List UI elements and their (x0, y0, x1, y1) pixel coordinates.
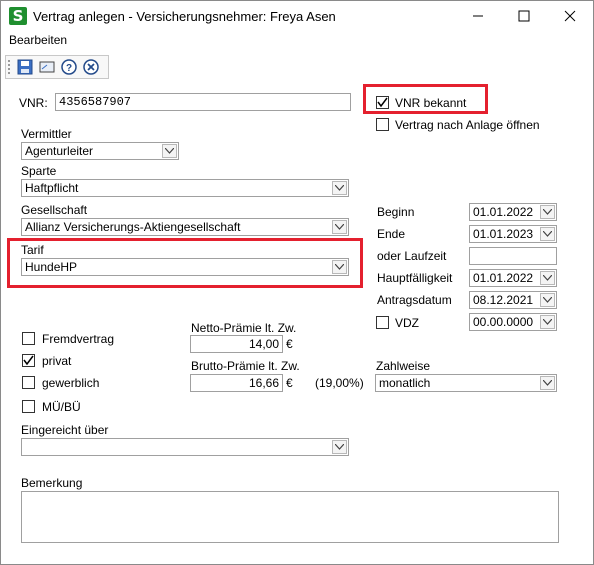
hauptfaelligkeit-label: Hauptfälligkeit (377, 271, 453, 285)
chevron-down-icon[interactable] (332, 260, 347, 274)
maximize-button[interactable] (501, 1, 547, 31)
gewerblich-label: gewerblich (42, 376, 100, 390)
vnr-known-checkbox[interactable] (376, 96, 389, 109)
brutto-currency: € (286, 376, 293, 390)
tarif-select[interactable]: HundeHP (21, 258, 349, 276)
vnr-known-label: VNR bekannt (395, 96, 467, 110)
open-after-checkbox[interactable] (376, 118, 389, 131)
cancel-icon (83, 59, 99, 75)
vdz-label: VDZ (395, 316, 419, 330)
sparte-select[interactable]: Haftpflicht (21, 179, 349, 197)
antragsdatum-date-picker[interactable]: 08.12.2021 (469, 291, 557, 309)
close-button[interactable] (547, 1, 593, 31)
netto-label: Netto-Prämie lt. Zw. (191, 321, 297, 335)
sparte-label: Sparte (21, 164, 57, 178)
save-icon (17, 59, 33, 75)
vermittler-value: Agenturleiter (25, 144, 94, 158)
chevron-down-icon[interactable] (540, 227, 555, 241)
save-button[interactable] (16, 58, 34, 76)
sparte-value: Haftpflicht (25, 181, 79, 195)
maximize-icon (518, 10, 530, 22)
beginn-date-picker[interactable]: 01.01.2022 (469, 203, 557, 221)
ende-date-picker[interactable]: 01.01.2023 (469, 225, 557, 243)
cancel-button[interactable] (82, 58, 100, 76)
ende-value: 01.01.2023 (473, 227, 534, 241)
zahlweise-label: Zahlweise (376, 359, 431, 373)
eingereicht-select[interactable] (21, 438, 349, 456)
fremdvertrag-label: Fremdvertrag (42, 332, 115, 346)
laufzeit-input[interactable] (469, 247, 557, 265)
tarif-label: Tarif (21, 243, 44, 257)
netto-input[interactable]: 14,00 (190, 335, 283, 353)
vnr-input[interactable]: 4356587907 (55, 93, 351, 111)
app-logo-icon: S (9, 7, 27, 25)
vnr-label: VNR: (19, 96, 48, 110)
chevron-down-icon[interactable] (540, 271, 555, 285)
menu-bar: Bearbeiten (1, 31, 593, 51)
tarif-value: HundeHP (25, 260, 78, 274)
chevron-down-icon[interactable] (332, 181, 347, 195)
privat-checkbox[interactable] (22, 354, 35, 367)
bemerkung-textarea[interactable] (21, 491, 559, 543)
zahlweise-select[interactable]: monatlich (375, 374, 557, 392)
eingereicht-label: Eingereicht über (21, 423, 109, 437)
checkmark-icon (377, 97, 388, 108)
netto-currency: € (286, 337, 293, 351)
dialog-window: S Vertrag anlegen - Versicherungsnehmer:… (0, 0, 594, 565)
gewerblich-checkbox[interactable] (22, 376, 35, 389)
chevron-down-icon[interactable] (540, 293, 555, 307)
mubu-checkbox[interactable] (22, 400, 35, 413)
gesellschaft-select[interactable]: Allianz Versicherungs-Aktiengesellschaft (21, 218, 349, 236)
checkmark-icon (23, 355, 34, 366)
beginn-label: Beginn (377, 205, 415, 219)
window-title: Vertrag anlegen - Versicherungsnehmer: F… (33, 9, 336, 24)
vdz-checkbox[interactable] (376, 316, 389, 329)
menu-bearbeiten[interactable]: Bearbeiten (9, 33, 67, 47)
chevron-down-icon[interactable] (540, 315, 555, 329)
chevron-down-icon[interactable] (540, 376, 555, 390)
privat-label: privat (42, 354, 72, 368)
gesellschaft-label: Gesellschaft (21, 203, 88, 217)
svg-text:?: ? (66, 63, 72, 74)
vdz-value: 00.00.0000 (473, 315, 534, 329)
vermittler-label: Vermittler (21, 127, 72, 141)
close-icon (564, 10, 576, 22)
toolbar-grip[interactable] (8, 60, 10, 74)
hauptfaelligkeit-value: 01.01.2022 (473, 271, 534, 285)
title-bar: S Vertrag anlegen - Versicherungsnehmer:… (1, 1, 593, 31)
ende-label: Ende (377, 227, 406, 241)
hauptfaelligkeit-date-picker[interactable]: 01.01.2022 (469, 269, 557, 287)
fremdvertrag-checkbox[interactable] (22, 332, 35, 345)
minimize-icon (473, 15, 483, 17)
laufzeit-label: oder Laufzeit (377, 249, 447, 263)
mubu-label: MÜ/BÜ (42, 400, 81, 414)
minimize-button[interactable] (455, 1, 501, 31)
antragsdatum-value: 08.12.2021 (473, 293, 534, 307)
beginn-value: 01.01.2022 (473, 205, 534, 219)
help-button[interactable]: ? (60, 58, 78, 76)
screen-icon (39, 61, 55, 73)
bemerkung-label: Bemerkung (21, 476, 83, 490)
zahlweise-value: monatlich (379, 376, 431, 390)
antragsdatum-label: Antragsdatum (377, 293, 452, 307)
gesellschaft-value: Allianz Versicherungs-Aktiengesellschaft (25, 220, 241, 234)
vermittler-select[interactable]: Agenturleiter (21, 142, 179, 160)
chevron-down-icon[interactable] (540, 205, 555, 219)
brutto-label: Brutto-Prämie lt. Zw. (191, 359, 300, 373)
chevron-down-icon[interactable] (332, 220, 347, 234)
help-icon: ? (61, 59, 77, 75)
tax-rate: (19,00%) (315, 376, 364, 390)
toolbar: ? (5, 55, 109, 79)
brutto-input[interactable]: 16,66 (190, 374, 283, 392)
chevron-down-icon[interactable] (332, 440, 347, 454)
screen-button[interactable] (38, 58, 56, 76)
chevron-down-icon[interactable] (162, 144, 177, 158)
vdz-date-picker[interactable]: 00.00.0000 (469, 313, 557, 331)
open-after-label: Vertrag nach Anlage öffnen (395, 118, 540, 132)
